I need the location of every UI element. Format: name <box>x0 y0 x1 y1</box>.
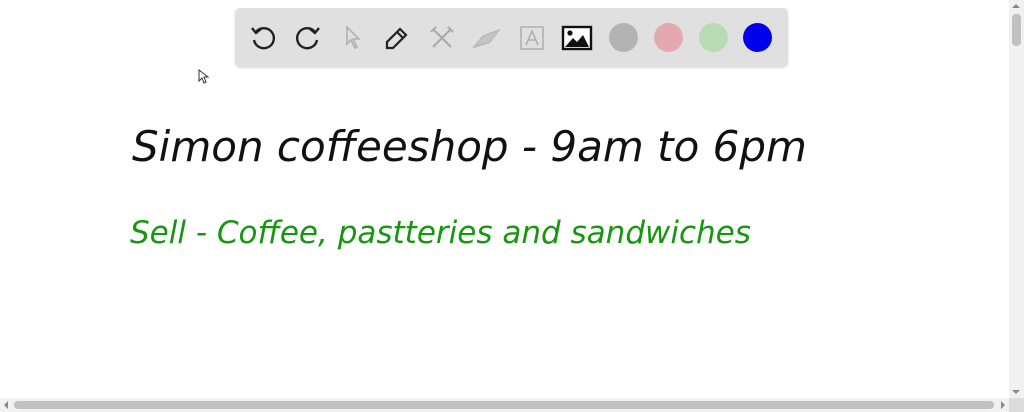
tools-icon <box>430 26 454 48</box>
eraser-button[interactable] <box>471 22 503 54</box>
scroll-right-arrow-icon[interactable] <box>1001 401 1009 409</box>
select-button[interactable] <box>337 22 369 54</box>
pen-icon <box>385 27 408 50</box>
scroll-up-arrow-icon[interactable] <box>1012 0 1020 8</box>
drawing-toolbar <box>235 8 788 67</box>
handwritten-title: Simon coffeeshop - 9am to 6pm <box>132 122 807 171</box>
redo-icon <box>296 27 320 50</box>
redo-button[interactable] <box>292 22 324 54</box>
scrollbar-corner <box>1009 398 1024 412</box>
color-pink-swatch[interactable] <box>654 23 683 52</box>
pen-button[interactable] <box>381 22 413 54</box>
image-button[interactable] <box>561 22 593 54</box>
vertical-scrollbar[interactable] <box>1009 0 1024 398</box>
scroll-left-arrow-icon[interactable] <box>0 401 8 409</box>
text-icon <box>520 26 544 50</box>
vertical-scroll-thumb[interactable] <box>1012 14 1021 46</box>
handwritten-subtitle: Sell - Coffee, pastteries and sandwiches <box>130 215 751 251</box>
undo-button[interactable] <box>247 22 279 54</box>
text-button[interactable] <box>516 22 548 54</box>
color-green-swatch[interactable] <box>699 23 728 52</box>
color-gray-swatch[interactable] <box>609 23 638 52</box>
eraser-icon <box>471 28 501 49</box>
horizontal-scrollbar[interactable] <box>0 398 1009 412</box>
mouse-cursor-icon <box>198 69 210 84</box>
image-icon <box>561 25 593 51</box>
color-blue-swatch[interactable] <box>743 23 772 52</box>
select-pointer-icon <box>346 25 361 50</box>
scroll-down-arrow-icon[interactable] <box>1012 390 1020 398</box>
tools-button[interactable] <box>426 22 458 54</box>
horizontal-scroll-thumb[interactable] <box>14 401 994 409</box>
undo-icon <box>251 27 275 50</box>
